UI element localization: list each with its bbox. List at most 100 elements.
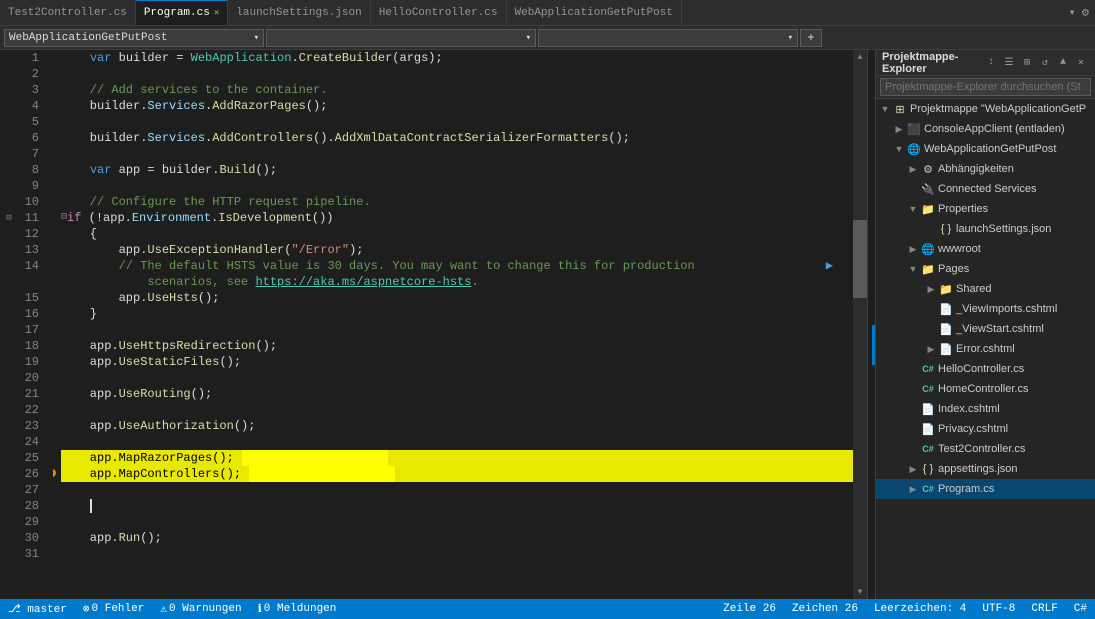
app-container: Test2Controller.cs Program.cs ✕ launchSe… bbox=[0, 0, 1095, 619]
tree-item-console[interactable]: ▶ ⬛ ConsoleAppClient (entladen) bbox=[876, 119, 1095, 139]
shared-folder-icon: 📁 bbox=[938, 281, 954, 297]
appsettings-icon: { } bbox=[920, 461, 936, 477]
tree-item-hellocontroller[interactable]: C# HelloController.cs bbox=[876, 359, 1095, 379]
file-dropdown[interactable]: ▾ bbox=[266, 29, 536, 47]
scroll-down-btn[interactable]: ▼ bbox=[853, 585, 867, 599]
code-line-19: app.UseStaticFiles(); bbox=[61, 354, 853, 370]
tree-label-connected: Connected Services bbox=[938, 183, 1036, 195]
line-num-14b: · bbox=[18, 274, 45, 290]
tree-item-webapp[interactable]: ▼ 🌐 WebApplicationGetPutPost bbox=[876, 139, 1095, 159]
tree-arrow-homecontroller bbox=[906, 384, 920, 394]
se-prop-btn[interactable]: ☰ bbox=[1001, 55, 1017, 71]
code-editor[interactable]: var builder = WebApplication.CreateBuild… bbox=[53, 50, 853, 599]
line-num-5: 5 bbox=[18, 114, 45, 130]
line-numbers: 1 2 3 4 5 6 7 8 9 10 11 12 13 14 · 15 16 bbox=[18, 50, 53, 599]
main-area: ⊟ 1 2 3 4 5 6 7 bbox=[0, 50, 1095, 599]
se-collapse-btn[interactable]: ▲ bbox=[1055, 55, 1071, 71]
line-num-19: 19 bbox=[18, 354, 45, 370]
solution-search-input[interactable] bbox=[880, 78, 1091, 96]
message-icon: ℹ bbox=[258, 602, 262, 616]
tree-item-solution[interactable]: ▼ ⊞ Projektmappe "WebApplicationGetP bbox=[876, 99, 1095, 119]
tab-actions: ▾ ⚙ bbox=[1063, 0, 1095, 25]
tab-settings-btn[interactable]: ⚙ bbox=[1080, 5, 1091, 20]
scrollbar-thumb[interactable] bbox=[853, 220, 867, 298]
tree-item-viewimports[interactable]: 📄 _ViewImports.cshtml bbox=[876, 299, 1095, 319]
tab-hellocontroller[interactable]: HelloController.cs bbox=[371, 0, 507, 25]
line-num-15: 15 bbox=[18, 290, 45, 306]
tree-item-privacy[interactable]: 📄 Privacy.cshtml bbox=[876, 419, 1095, 439]
tree-label-appsettings: appsettings.json bbox=[938, 463, 1018, 475]
code-line-9 bbox=[61, 178, 853, 194]
code-line-17 bbox=[61, 322, 853, 338]
status-col: Zeichen 26 bbox=[792, 603, 858, 615]
se-refresh-btn[interactable]: ↺ bbox=[1037, 55, 1053, 71]
tab-launchsettings[interactable]: launchSettings.json bbox=[228, 0, 370, 25]
tab-dropdown-btn[interactable]: ▾ bbox=[1067, 5, 1078, 20]
tree-arrow-wwwroot: ▶ bbox=[906, 244, 920, 255]
tree-item-appsettings[interactable]: ▶ { } appsettings.json bbox=[876, 459, 1095, 479]
se-close-btn[interactable]: ✕ bbox=[1073, 55, 1089, 71]
code-line-15: app.UseHsts(); bbox=[61, 290, 853, 306]
solution-explorer-header: Projektmappe-Explorer ↕ ☰ ⊞ ↺ ▲ ✕ bbox=[876, 50, 1095, 76]
cursor bbox=[90, 499, 92, 513]
tab-webapplication[interactable]: WebApplicationGetPutPost bbox=[507, 0, 682, 25]
tree-item-error[interactable]: ▶ 📄 Error.cshtml bbox=[876, 339, 1095, 359]
line-adornment-14: ▶ bbox=[826, 258, 833, 274]
tree-item-launchsettings[interactable]: { } launchSettings.json bbox=[876, 219, 1095, 239]
code-line-27 bbox=[61, 482, 853, 498]
tree-item-connected[interactable]: 🔌 Connected Services bbox=[876, 179, 1095, 199]
test2controller-icon: C# bbox=[920, 441, 936, 457]
fold-indicator-11[interactable]: ⊟ bbox=[0, 210, 18, 226]
status-lang: C# bbox=[1074, 603, 1087, 615]
tree-item-shared[interactable]: ▶ 📁 Shared bbox=[876, 279, 1095, 299]
line-num-11: 11 bbox=[18, 210, 45, 226]
code-line-25: app.MapRazorPages(); bbox=[61, 450, 853, 466]
program-icon: C# bbox=[920, 481, 936, 497]
status-branch[interactable]: ⎇ master bbox=[8, 602, 67, 616]
tree-label-properties: Properties bbox=[938, 203, 988, 215]
code-line-4: builder.Services.AddRazorPages(); bbox=[61, 98, 853, 114]
status-spaces: Leerzeichen: 4 bbox=[874, 603, 966, 615]
code-line-1: var builder = WebApplication.CreateBuild… bbox=[61, 50, 853, 66]
tab-label: WebApplicationGetPutPost bbox=[515, 7, 673, 19]
tree-label-index: Index.cshtml bbox=[938, 403, 1000, 415]
tree-item-viewstart[interactable]: 📄 _ViewStart.cshtml bbox=[876, 319, 1095, 339]
tab-program[interactable]: Program.cs ✕ bbox=[136, 0, 228, 25]
code-line-18: app.UseHttpsRedirection(); bbox=[61, 338, 853, 354]
tree-item-pages[interactable]: ▼ 📁 Pages bbox=[876, 259, 1095, 279]
status-warnings: ⚠ 0 Warnungen bbox=[160, 602, 241, 616]
line-num-22: 22 bbox=[18, 402, 45, 418]
code-line-12: { bbox=[61, 226, 853, 242]
tree-label-homecontroller: HomeController.cs bbox=[938, 383, 1028, 395]
code-line-2 bbox=[61, 66, 853, 82]
editor-margin: ⊟ bbox=[0, 50, 18, 599]
tree-label-solution: Projektmappe "WebApplicationGetP bbox=[910, 103, 1086, 115]
se-all-btn[interactable]: ⊞ bbox=[1019, 55, 1035, 71]
tree-item-properties[interactable]: ▼ 📁 Properties bbox=[876, 199, 1095, 219]
se-sync-btn[interactable]: ↕ bbox=[983, 55, 999, 71]
tree-item-homecontroller[interactable]: C# HomeController.cs bbox=[876, 379, 1095, 399]
tree-item-dependencies[interactable]: ▶ ⚙ Abhängigkeiten bbox=[876, 159, 1095, 179]
tree-arrow-index bbox=[906, 404, 920, 414]
line-num-8: 8 bbox=[18, 162, 45, 178]
line-num-20: 20 bbox=[18, 370, 45, 386]
scrollbar-track[interactable] bbox=[853, 64, 867, 585]
tree-item-index[interactable]: 📄 Index.cshtml bbox=[876, 399, 1095, 419]
editor-toolbar: WebApplicationGetPutPost ▾ ▾ ▾ + bbox=[0, 26, 1095, 50]
tree-arrow-webapp: ▼ bbox=[892, 144, 906, 154]
member-dropdown[interactable]: ▾ bbox=[538, 29, 798, 47]
hellocontroller-icon: C# bbox=[920, 361, 936, 377]
code-line-8: var app = builder.Build(); bbox=[61, 162, 853, 178]
properties-folder-icon: 📁 bbox=[920, 201, 936, 217]
tree-arrow-viewstart bbox=[924, 324, 938, 334]
tree-item-wwwroot[interactable]: ▶ 🌐 wwwroot bbox=[876, 239, 1095, 259]
scroll-up-btn[interactable]: ▲ bbox=[853, 50, 867, 64]
tab-test2controller[interactable]: Test2Controller.cs bbox=[0, 0, 136, 25]
tree-item-program[interactable]: ▶ C# Program.cs bbox=[876, 479, 1095, 499]
code-line-6: builder.Services.AddControllers().AddXml… bbox=[61, 130, 853, 146]
code-line-22 bbox=[61, 402, 853, 418]
line-num-1: 1 bbox=[18, 50, 45, 66]
project-dropdown[interactable]: WebApplicationGetPutPost ▾ bbox=[4, 29, 264, 47]
add-member-btn[interactable]: + bbox=[800, 29, 822, 47]
tree-item-test2controller[interactable]: C# Test2Controller.cs bbox=[876, 439, 1095, 459]
